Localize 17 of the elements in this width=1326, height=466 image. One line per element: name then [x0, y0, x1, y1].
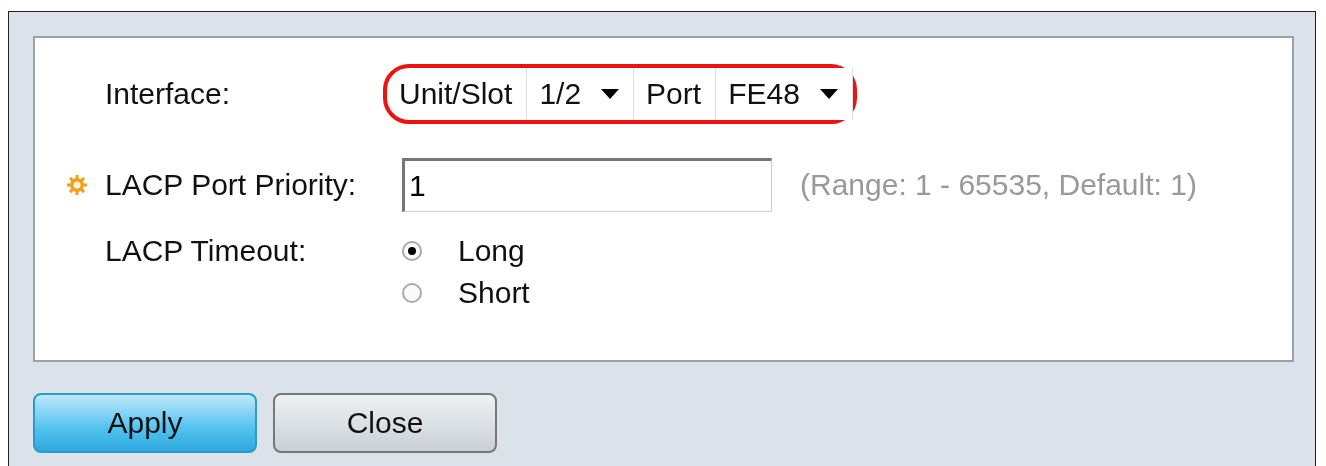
field-label: Port — [645, 76, 703, 112]
unit-slot-dropdown[interactable]: 1/2 — [526, 68, 635, 120]
port-dropdown[interactable]: FE48 — [715, 68, 853, 120]
field-label: Unit/Slot — [398, 76, 514, 112]
option-label: Short — [458, 276, 530, 310]
range-hint: (Range: 1 - 65535, Default: 1) — [800, 168, 1197, 202]
field-label: LACP Port Priority: — [105, 168, 357, 202]
caret-icon — [819, 89, 838, 99]
radio-button[interactable] — [402, 283, 422, 303]
option-label: Long — [458, 234, 525, 268]
close-button[interactable]: Close — [273, 393, 497, 453]
field-label: Interface: — [105, 77, 231, 111]
priority-field[interactable]: 1 — [402, 158, 772, 212]
apply-button[interactable]: Apply — [33, 393, 257, 453]
caret-icon — [601, 89, 620, 99]
radio-button[interactable] — [402, 241, 422, 261]
field-label: LACP Timeout: — [105, 234, 307, 268]
